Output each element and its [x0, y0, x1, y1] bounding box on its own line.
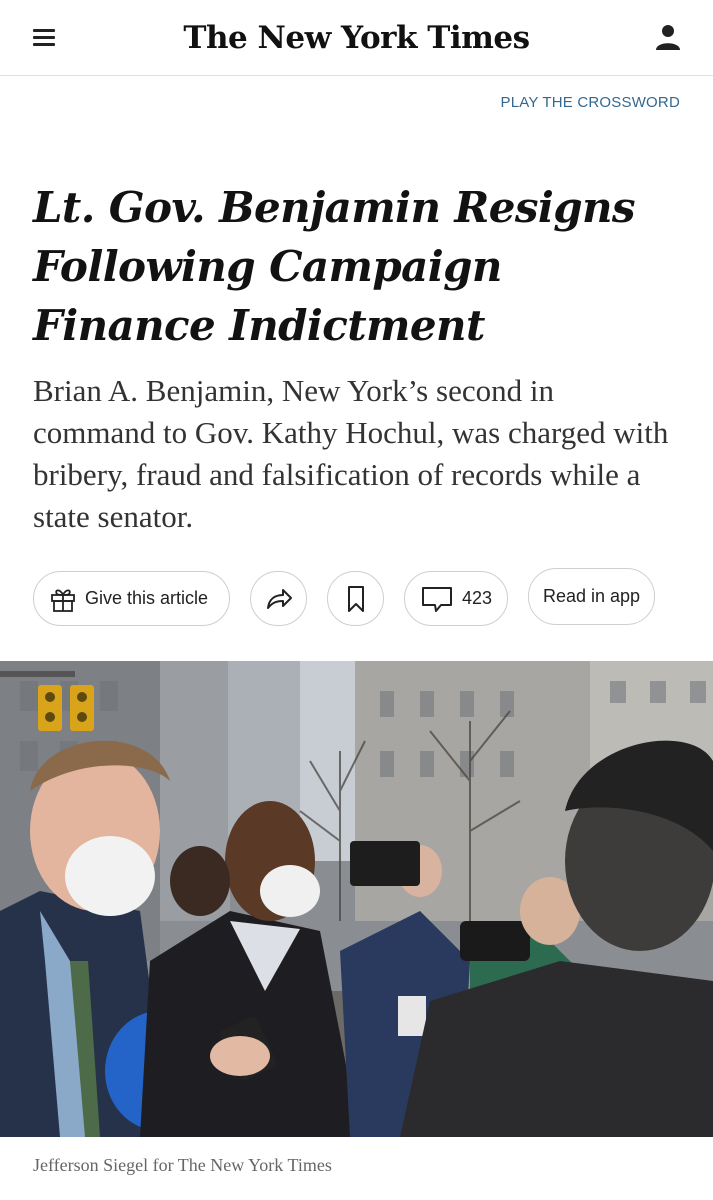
bookmark-icon — [345, 584, 367, 614]
gift-icon — [48, 584, 78, 614]
article-headline: Lt. Gov. Benjamin Resigns Following Camp… — [33, 183, 636, 350]
hamburger-menu-icon[interactable] — [22, 18, 66, 58]
read-in-app-button[interactable]: Read in app — [528, 568, 655, 625]
play-crossword-link[interactable]: PLAY THE CROSSWORD — [501, 94, 680, 111]
article-summary: Brian A. Benjamin, New York’s second in … — [33, 373, 669, 534]
comments-button[interactable]: 423 — [404, 571, 508, 626]
nyt-logo[interactable]: The New York Times — [150, 10, 563, 66]
user-account-icon[interactable] — [646, 18, 690, 58]
article-actions: Give this article 423 Read in app — [0, 568, 713, 628]
article-lead-photo — [0, 661, 713, 1137]
save-button[interactable] — [327, 571, 384, 626]
comment-count: 423 — [461, 588, 493, 608]
photo-credit: Jefferson Siegel for The New York Times — [33, 1155, 332, 1175]
give-article-label: Give this article — [85, 588, 209, 608]
top-nav-bar: The New York Times — [0, 0, 713, 76]
give-article-button[interactable]: Give this article — [33, 571, 230, 626]
share-button[interactable] — [250, 571, 307, 626]
share-arrow-icon — [264, 586, 294, 612]
comment-bubble-icon — [420, 584, 454, 614]
